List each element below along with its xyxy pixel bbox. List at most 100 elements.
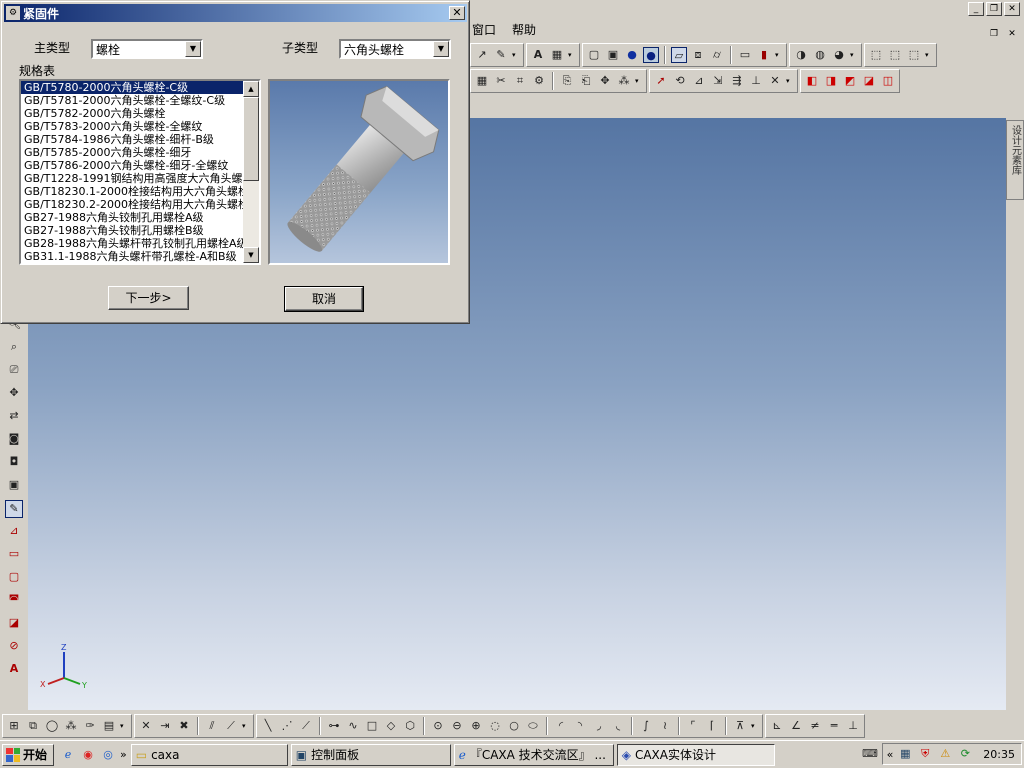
transform-tool-icon[interactable]: ✥: [597, 73, 613, 89]
doc-close-button[interactable]: ✕: [1004, 28, 1020, 42]
color-sphere-icon[interactable]: ◕: [831, 47, 847, 63]
sub-type-select[interactable]: 六角头螺栓 ▼: [339, 39, 451, 59]
scale-icon[interactable]: ⇲: [710, 73, 726, 89]
browser-quick-icon[interactable]: ◎: [100, 747, 116, 763]
measure-tool-icon[interactable]: ⌗: [512, 73, 528, 89]
constraint-5-icon[interactable]: ⊥: [845, 718, 861, 734]
keyboard-icon[interactable]: ⌨: [862, 746, 878, 762]
paste-tool-icon[interactable]: ⎗: [578, 73, 594, 89]
more-quick-launch-icon[interactable]: »: [120, 748, 127, 761]
task-browser[interactable]: ℯ 『CAXA 技术交流区』 ...: [453, 743, 614, 766]
edit-2-icon[interactable]: ⬚: [887, 47, 903, 63]
axis-icon[interactable]: ⊥: [748, 73, 764, 89]
minimize-button[interactable]: _: [968, 2, 984, 16]
brush-tool-icon[interactable]: ✎: [493, 47, 509, 63]
circle-3p-icon[interactable]: ⊕: [468, 718, 484, 734]
toolbar-dropdown-icon[interactable]: ▾: [242, 718, 250, 734]
menu-window[interactable]: 窗口: [472, 20, 496, 40]
trim-icon[interactable]: ✕: [138, 718, 154, 734]
design-library-tab[interactable]: 设计元素库: [1006, 120, 1024, 200]
weibo-icon[interactable]: ◉: [80, 747, 96, 763]
pencil-tool-icon[interactable]: ✎: [5, 500, 23, 518]
warning-icon[interactable]: ⚠: [937, 746, 953, 762]
zoom-window-icon[interactable]: ⌕: [5, 339, 23, 357]
ie-icon[interactable]: ℯ: [60, 747, 76, 763]
extend-icon[interactable]: ⇥: [157, 718, 173, 734]
close-app-button[interactable]: ✕: [1004, 2, 1020, 16]
box-hidden-icon[interactable]: ▣: [605, 47, 621, 63]
grid-tool-icon[interactable]: ▦: [474, 73, 490, 89]
spec-list-item[interactable]: GB/T5782-2000六角头螺栓: [21, 107, 243, 120]
sketch-2-icon[interactable]: ▭: [5, 546, 23, 564]
next-step-button[interactable]: 下一步>: [108, 286, 189, 310]
sketch-3-icon[interactable]: ▢: [5, 569, 23, 587]
camera-3-icon[interactable]: ▣: [5, 477, 23, 495]
task-caxa-design[interactable]: ◈ CAXA实体设计: [616, 743, 775, 766]
cube-icon[interactable]: ⧈: [690, 47, 706, 63]
sketch-1-icon[interactable]: ⊿: [5, 523, 23, 541]
curve-1-icon[interactable]: ∫: [638, 718, 654, 734]
array-tool-icon[interactable]: ⁂: [616, 73, 632, 89]
align-icon[interactable]: ⇶: [729, 73, 745, 89]
offset-icon[interactable]: ⫽: [204, 718, 220, 734]
spline-icon[interactable]: ∿: [345, 718, 361, 734]
restore-button[interactable]: ❐: [986, 2, 1002, 16]
spec-list-item[interactable]: GB28-1988六角头螺杆带孔铰制孔用螺栓A级: [21, 237, 243, 250]
toolbar-dropdown-icon[interactable]: ▾: [512, 47, 520, 63]
spec-list-item[interactable]: GB/T18230.2-2000栓接结构用大六角头螺栓: [21, 198, 243, 211]
task-control-panel[interactable]: ▣ 控制面板: [290, 743, 451, 766]
pen-icon[interactable]: ✑: [82, 718, 98, 734]
spec-list-item[interactable]: GB/T1228-1991钢结构用高强度大六角头螺: [21, 172, 243, 185]
cancel-button[interactable]: 取消: [284, 286, 364, 312]
corner-1-icon[interactable]: ⌜: [685, 718, 701, 734]
spec-list-item[interactable]: GB/T18230.1-2000栓接结构用大六角头螺栓: [21, 185, 243, 198]
constraint-3-icon[interactable]: ≠: [807, 718, 823, 734]
arc-3-icon[interactable]: ◞: [591, 718, 607, 734]
circle-center-icon[interactable]: ⊙: [430, 718, 446, 734]
main-type-select[interactable]: 螺栓 ▼: [91, 39, 203, 59]
spec-list-item[interactable]: GB27-1988六角头铰制孔用螺栓A级: [21, 211, 243, 224]
sync-icon[interactable]: ⟳: [957, 746, 973, 762]
chevron-down-icon[interactable]: ▼: [185, 41, 201, 57]
bool-1-icon[interactable]: ◧: [804, 73, 820, 89]
settings-tool-icon[interactable]: ⚙: [531, 73, 547, 89]
pan-icon[interactable]: ⇄: [5, 408, 23, 426]
sketch-5-icon[interactable]: ◪: [5, 615, 23, 633]
circle-4-icon[interactable]: ○: [506, 718, 522, 734]
camera-move-icon[interactable]: ⎚: [5, 362, 23, 380]
grid-snap-icon[interactable]: ⊞: [6, 718, 22, 734]
circle-2p-icon[interactable]: ⊖: [449, 718, 465, 734]
texture-sphere-icon[interactable]: ◍: [812, 47, 828, 63]
arc-line-icon[interactable]: ⟋: [298, 718, 314, 734]
camera-icon[interactable]: ◙: [5, 431, 23, 449]
bool-5-icon[interactable]: ◫: [880, 73, 896, 89]
copy-tool-icon[interactable]: ⎘: [559, 73, 575, 89]
spec-list-item[interactable]: GB31.1-1988六角头螺杆带孔螺栓-A和B级: [21, 250, 243, 263]
delete-icon[interactable]: ✖: [176, 718, 192, 734]
polygon-icon[interactable]: ◇: [383, 718, 399, 734]
design-tree-icon[interactable]: ▮: [756, 47, 772, 63]
scroll-down-icon[interactable]: ▼: [243, 247, 259, 263]
menu-help[interactable]: 帮助: [512, 20, 536, 40]
text-tool-icon[interactable]: A: [530, 47, 546, 63]
cylinder-icon[interactable]: ⌭: [709, 47, 725, 63]
edit-1-icon[interactable]: ⬚: [868, 47, 884, 63]
constraint-2-icon[interactable]: ∠: [788, 718, 804, 734]
arc-1-icon[interactable]: ◜: [553, 718, 569, 734]
constraint-4-icon[interactable]: ═: [826, 718, 842, 734]
start-button[interactable]: 开始: [2, 743, 54, 766]
sketch-6-icon[interactable]: ⊘: [5, 638, 23, 656]
toolbar-dropdown-icon[interactable]: ▾: [635, 73, 643, 89]
ellipse-icon[interactable]: ⬭: [525, 718, 541, 734]
dimension-icon[interactable]: ⊼: [732, 718, 748, 734]
spec-list-item[interactable]: GB/T5780-2000六角头螺栓-C级: [21, 81, 243, 94]
hexagon-icon[interactable]: ⬡: [402, 718, 418, 734]
line-icon[interactable]: ╲: [260, 718, 276, 734]
toolbar-dropdown-icon[interactable]: ▾: [120, 718, 128, 734]
toolbar-dropdown-icon[interactable]: ▾: [850, 47, 858, 63]
dialog-close-button[interactable]: ✕: [449, 6, 465, 20]
sketch-7-icon[interactable]: A: [5, 661, 23, 679]
toolbar-dropdown-icon[interactable]: ▾: [786, 73, 794, 89]
hatch-icon[interactable]: ⁂: [63, 718, 79, 734]
material-sphere-icon[interactable]: ◑: [793, 47, 809, 63]
